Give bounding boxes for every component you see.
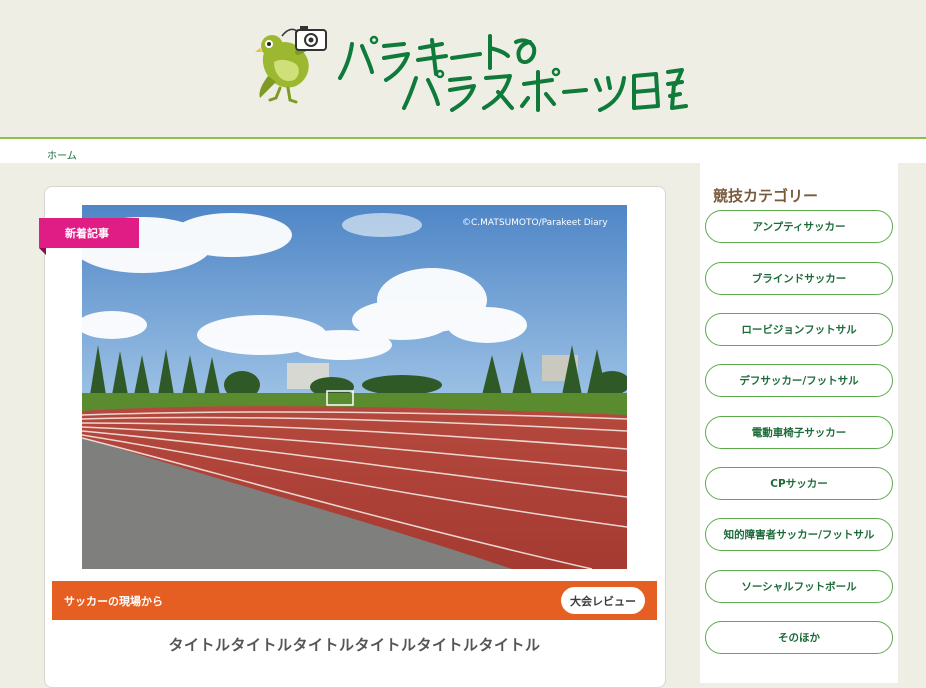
new-article-badge: 新着記事 bbox=[39, 218, 139, 248]
category-button-other[interactable]: そのほか bbox=[705, 621, 893, 654]
parakeet-mascot-logo[interactable] bbox=[252, 22, 338, 108]
badge-fold bbox=[39, 248, 46, 255]
photo-credit: ©C.MATSUMOTO/Parakeet Diary bbox=[462, 218, 608, 228]
tag-review-button[interactable]: 大会レビュー bbox=[561, 587, 645, 614]
site-title-logo[interactable] bbox=[338, 22, 688, 114]
article-category-link[interactable]: サッカーの現場から bbox=[64, 593, 163, 609]
site-header bbox=[0, 0, 926, 137]
breadcrumb-home-link[interactable]: ホーム bbox=[47, 147, 77, 162]
category-button-cp-soccer[interactable]: CPサッカー bbox=[705, 467, 893, 500]
sidebar-heading: 競技カテゴリー bbox=[713, 187, 819, 205]
category-button-low-vision-futsal[interactable]: ロービジョンフットサル bbox=[705, 313, 893, 346]
category-button-blind-soccer[interactable]: ブラインドサッカー bbox=[705, 262, 893, 295]
article-title[interactable]: タイトルタイトルタイトルタイトルタイトルタイトル bbox=[52, 634, 657, 655]
category-button-powerchair-soccer[interactable]: 電動車椅子サッカー bbox=[705, 416, 893, 449]
category-button-intellectual-disability-soccer[interactable]: 知的障害者サッカー/フットサル bbox=[705, 518, 893, 551]
category-button-social-football[interactable]: ソーシャルフットボール bbox=[705, 570, 893, 603]
article-photo[interactable] bbox=[82, 205, 627, 569]
breadcrumb-bar bbox=[0, 139, 926, 163]
category-button-deaf-soccer[interactable]: デフサッカー/フットサル bbox=[705, 364, 893, 397]
category-button-amputee-soccer[interactable]: アンプティサッカー bbox=[705, 210, 893, 243]
